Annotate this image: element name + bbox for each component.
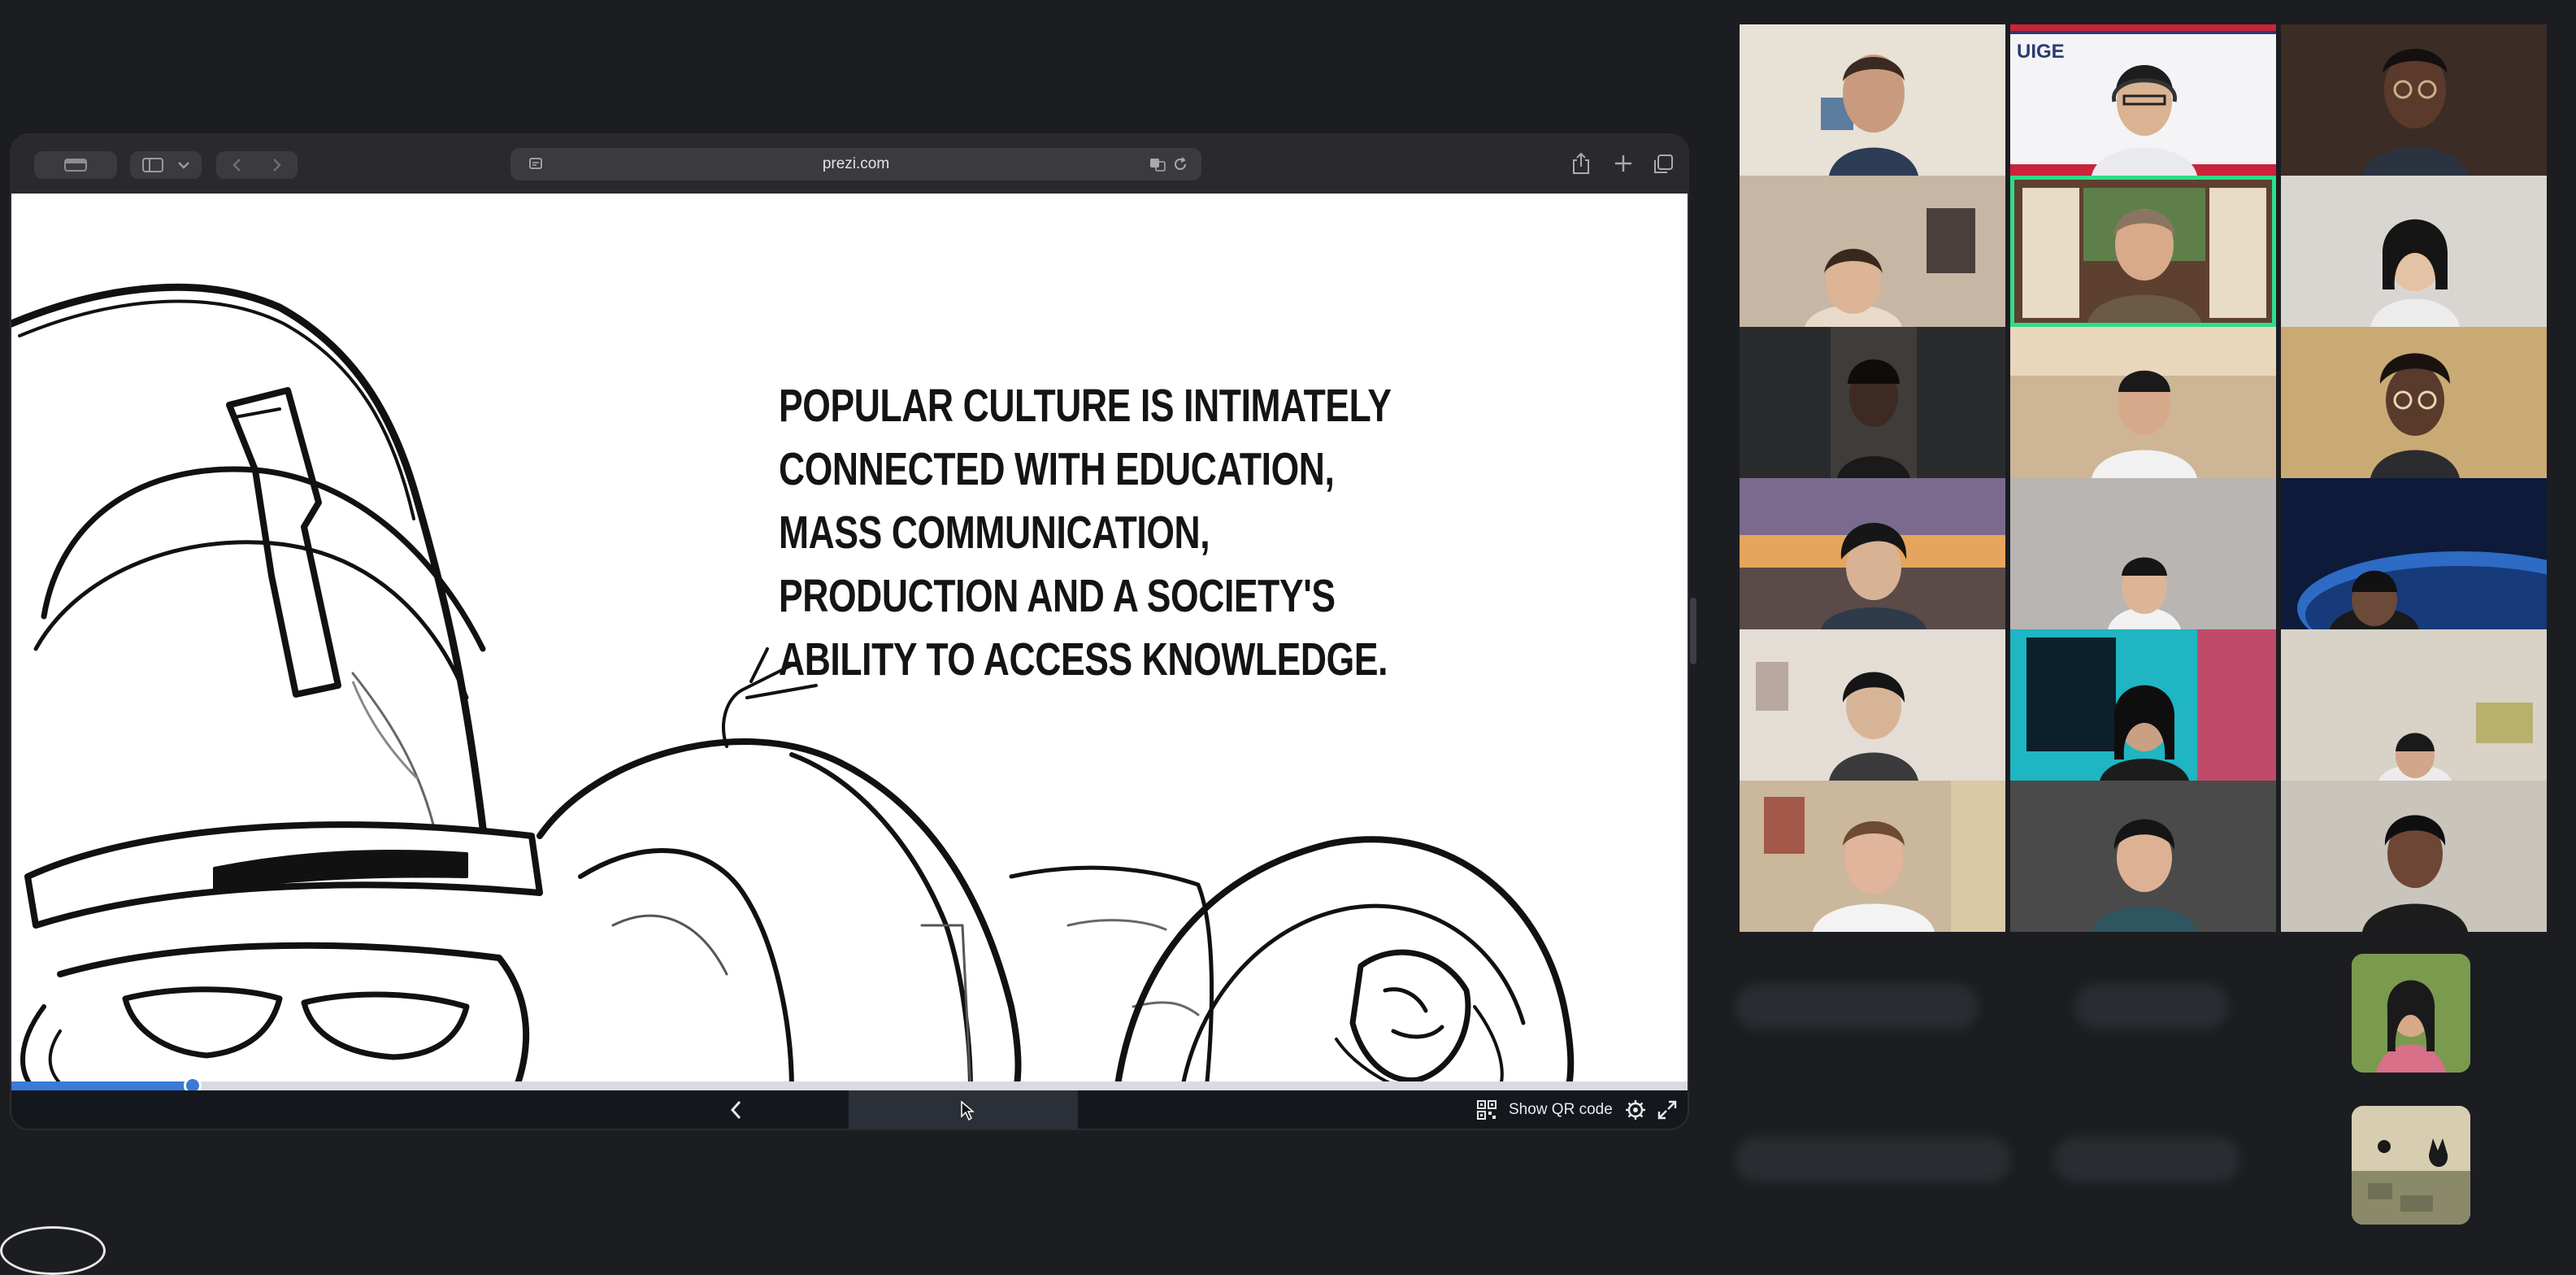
settings-icon[interactable]: [1624, 1099, 1647, 1121]
translate-icon[interactable]: [1149, 156, 1166, 172]
tabs-overview-icon[interactable]: [1652, 153, 1675, 176]
participant-avatar-video: [2362, 49, 2468, 176]
participant-video[interactable]: [2281, 629, 2547, 781]
presentation-progress-bar[interactable]: [11, 1077, 1688, 1094]
participant-avatar-video: [1764, 781, 2005, 932]
slide-heading: POPULAR CULTURE IS INTIMATELY CONNECTED …: [779, 374, 1392, 691]
shared-browser-window: prezi.com POPULAR CULTURE IS INTIMATELY …: [11, 135, 1688, 1129]
blurred-name-label: [2074, 984, 2229, 1029]
address-url: prezi.com: [822, 155, 890, 172]
banner-logo-text: UIGE: [2017, 41, 2065, 63]
participant-video[interactable]: [1740, 781, 2005, 932]
participant-avatar-video: [1756, 662, 1918, 781]
presentation-controls: Show QR code: [11, 1090, 1688, 1129]
chevron-down-icon: [178, 162, 189, 169]
participant-video[interactable]: [1740, 478, 2005, 629]
sidebar-toggle-button[interactable]: [130, 151, 202, 179]
blurred-name-label: [1735, 1137, 2011, 1182]
participant-avatar-video: [2370, 353, 2460, 478]
prezi-slide[interactable]: POPULAR CULTURE IS INTIMATELY CONNECTED …: [11, 194, 1688, 1090]
participant-video[interactable]: [2281, 478, 2547, 629]
slide-line-2: CONNECTED WITH EDUCATION,: [779, 443, 1335, 495]
participant-avatar-video: [2022, 188, 2266, 323]
window-icon: [64, 159, 87, 172]
participant-avatar-video: [2092, 819, 2197, 932]
expand-icon[interactable]: [1657, 1099, 1678, 1121]
participant-video[interactable]: [2281, 781, 2547, 932]
participant-avatar-video: [2378, 703, 2533, 781]
participant-video[interactable]: [2281, 327, 2547, 478]
participant-avatar-video: [2010, 327, 2276, 478]
participant-avatar-video: [2362, 815, 2468, 932]
show-qr-code-button[interactable]: Show QR code: [1509, 1090, 1613, 1129]
participant-avatar-video: [1821, 54, 1918, 176]
browser-toolbar: prezi.com: [11, 135, 1688, 194]
blurred-name-label: [2053, 1137, 2240, 1182]
qr-code-icon[interactable]: [1476, 1099, 1497, 1121]
participant-avatar-video: [1740, 478, 2005, 629]
participant-avatar-video: [2108, 557, 2181, 629]
participant-video[interactable]: [2010, 781, 2276, 932]
progress-fill: [11, 1081, 193, 1090]
participant-avatar-image: [2352, 954, 2470, 1073]
mouse-cursor-icon: [961, 1100, 975, 1121]
address-bar[interactable]: prezi.com: [510, 148, 1201, 181]
nav-buttons: [216, 151, 298, 179]
participant-video[interactable]: [2010, 629, 2276, 781]
participant-avatar-video: [1831, 327, 1917, 478]
slide-line-5: ABILITY TO ACCESS KNOWLEDGE.: [779, 633, 1388, 685]
participant-thumbnail[interactable]: [2352, 1106, 2470, 1225]
participant-video[interactable]: [1740, 327, 2005, 478]
previous-step-button[interactable]: [720, 1090, 753, 1129]
split-resize-handle[interactable]: [1690, 598, 1696, 664]
participant-avatar-image: [2352, 1106, 2470, 1225]
window-controls[interactable]: [34, 151, 117, 179]
slide-line-3: MASS COMMUNICATION,: [779, 507, 1210, 559]
chevron-left-icon: [730, 1100, 741, 1120]
participant-video[interactable]: [2281, 176, 2547, 327]
participant-video[interactable]: [2010, 478, 2276, 629]
participant-avatar-video: [1805, 208, 1975, 327]
slide-line-1: POPULAR CULTURE IS INTIMATELY: [779, 380, 1392, 432]
participant-gallery: UIGE: [1735, 24, 2547, 1225]
participant-video[interactable]: [1740, 24, 2005, 176]
sidebar-icon: [142, 158, 163, 172]
blurred-name-label: [1735, 984, 1979, 1029]
participant-thumbnail[interactable]: [2352, 954, 2470, 1073]
back-button[interactable]: [229, 157, 245, 173]
screen: prezi.com POPULAR CULTURE IS INTIMATELY …: [0, 0, 2576, 1275]
participant-video[interactable]: [2281, 24, 2547, 176]
participant-video[interactable]: [1740, 629, 2005, 781]
forward-button[interactable]: [268, 157, 285, 173]
participant-avatar-video: [2026, 629, 2276, 781]
share-icon[interactable]: [1570, 151, 1592, 176]
participant-avatar-video: [2297, 551, 2547, 629]
participant-video[interactable]: [1740, 176, 2005, 327]
participant-avatar-video: [2370, 219, 2460, 327]
partial-circle-icon: [0, 1226, 106, 1275]
participant-video[interactable]: [2010, 327, 2276, 478]
participant-video-active-speaker[interactable]: [2010, 176, 2276, 327]
plus-icon[interactable]: [1613, 153, 1634, 174]
slide-line-4: PRODUCTION AND A SOCIETY'S: [779, 570, 1336, 622]
reload-icon[interactable]: [1172, 156, 1188, 172]
participant-video[interactable]: UIGE: [2010, 24, 2276, 176]
